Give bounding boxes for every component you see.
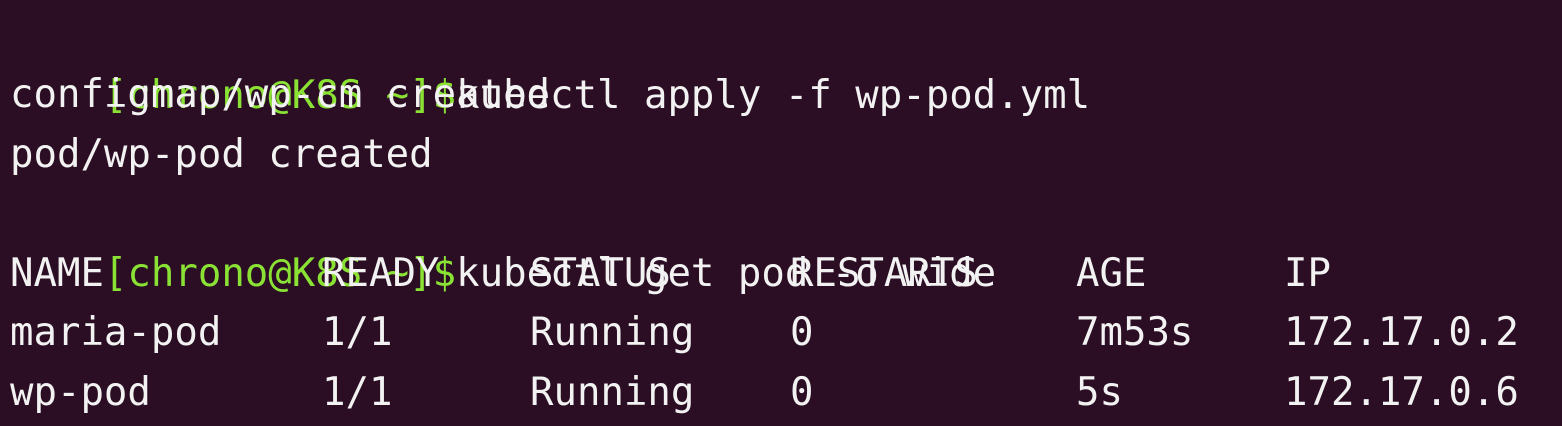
pod-age-cell: 7m53s: [1076, 310, 1194, 355]
column-header-name: NAME: [10, 251, 104, 296]
table-row: wp-pod 1/1 Running 0 5s 172.17.0.6: [10, 363, 1562, 423]
pod-ip-cell: 172.17.0.2: [1284, 310, 1519, 355]
column-header-restarts: RESTARTS: [790, 251, 978, 296]
output-line: configmap/wp-cm created: [10, 72, 551, 117]
output-line: pod/wp-pod created: [10, 132, 433, 177]
column-header-status: STATUS: [530, 251, 671, 296]
terminal-window[interactable]: [chrono@K8S ~]$kubectl apply -f wp-pod.y…: [0, 0, 1562, 426]
column-header-ip: IP: [1284, 251, 1331, 296]
pod-ready-cell: 1/1: [322, 310, 393, 355]
pod-restarts-cell: 0: [790, 370, 814, 415]
pod-status-cell: Running: [530, 310, 695, 355]
command-text: kubectl apply -f wp-pod.yml: [456, 72, 1091, 118]
pod-name-cell: wp-pod: [10, 370, 151, 415]
table-header-row: NAME READY STATUS RESTARTS AGE IP: [10, 244, 1562, 304]
column-header-age: AGE: [1076, 251, 1147, 296]
pod-restarts-cell: 0: [790, 310, 814, 355]
column-header-ready: READY: [322, 251, 440, 296]
pod-ready-cell: 1/1: [322, 370, 393, 415]
pod-status-cell: Running: [530, 370, 695, 415]
command-line-2: [chrono@K8S ~]$kubectl get pod -o wide: [10, 184, 996, 296]
pod-name-cell: maria-pod: [10, 310, 222, 355]
pod-age-cell: 5s: [1076, 370, 1123, 415]
command-line-1: [chrono@K8S ~]$kubectl apply -f wp-pod.y…: [10, 6, 1090, 118]
table-row: maria-pod 1/1 Running 0 7m53s 172.17.0.2: [10, 303, 1562, 363]
pod-ip-cell: 172.17.0.6: [1284, 370, 1519, 415]
